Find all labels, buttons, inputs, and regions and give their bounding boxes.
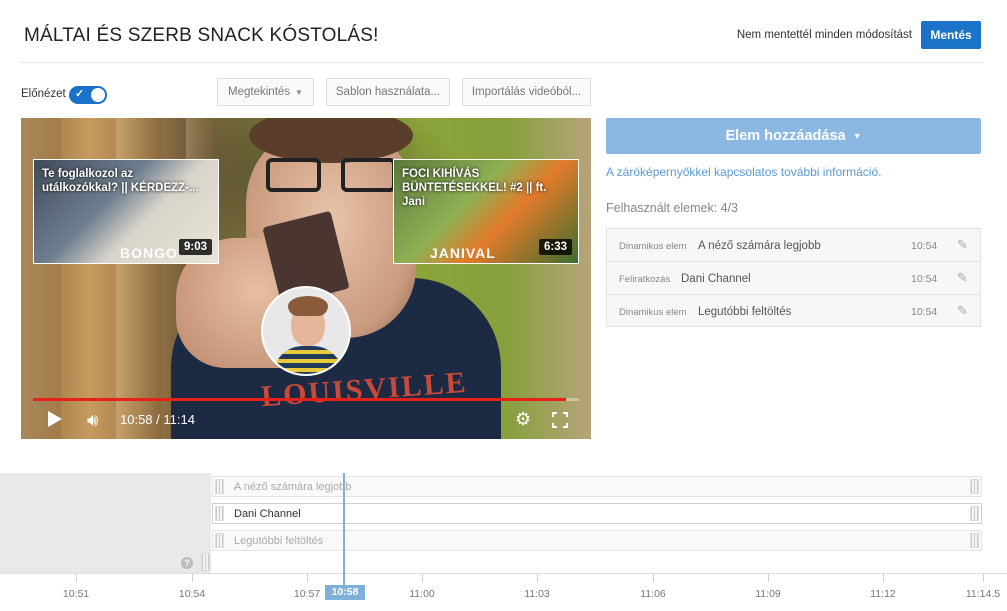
header: MÁLTAI ÉS SZERB SNACK KÓSTOLÁS! Nem ment… [0,0,1007,64]
ruler-tick-label: 11:00 [409,588,435,600]
video-card-duration: 6:33 [538,239,572,255]
ruler-tick [307,574,308,582]
video-card-title: Te foglalkozol az utálkozókkal? || KÉRDE… [42,168,199,194]
ruler-tick [768,574,769,582]
view-dropdown-label: Megtekintés [228,86,291,98]
play-icon[interactable] [48,411,62,427]
timeline-gutter [0,473,211,573]
use-template-label: Sablon használata... [335,86,441,98]
ruler-tick [653,574,654,582]
use-template-button[interactable]: Sablon használata... [326,78,450,106]
caret-down-icon: ▼ [295,87,303,97]
timeline-track[interactable]: A néző számára legjobb [212,476,982,497]
end-screen-info-link[interactable]: A záróképernyőkkel kapcsolatos további i… [606,165,881,179]
preview-toggle[interactable]: ✓ [69,86,107,104]
progress-fill [33,398,566,401]
settings-gear-icon[interactable]: ⚙ [515,409,531,430]
drag-handle[interactable] [970,506,979,521]
element-time: 10:54 [911,240,938,252]
view-dropdown[interactable]: Megtekintés ▼ [217,78,314,106]
element-name: Dani Channel [681,273,751,285]
fullscreen-icon[interactable] [552,412,568,428]
check-icon: ✓ [75,88,85,100]
preview-label: Előnézet [21,88,66,100]
list-item[interactable]: Feliratkozás Dani Channel 10:54 ✎ [607,262,980,295]
ruler-tick [422,574,423,582]
avatar-body [273,346,343,374]
ruler-tick-label: 11:09 [755,588,781,600]
drag-handle[interactable] [215,506,224,521]
timeline-track[interactable]: Legutóbbi feltöltés [212,530,982,551]
timeline-ruler[interactable]: 10:51 10:54 10:57 11:00 11:03 11:06 11:09 11:12… [0,573,1007,611]
drag-handle[interactable] [215,479,224,494]
ruler-tick [192,574,193,582]
drag-handle[interactable] [970,479,979,494]
element-name: A néző számára legjobb [698,240,821,252]
element-time: 10:54 [911,306,938,318]
ruler-tick-label: 10:54 [178,588,206,600]
drag-handle[interactable] [970,533,979,548]
list-item[interactable]: Dinamikus elem A néző számára legjobb 10… [607,229,980,262]
element-time: 10:54 [911,273,938,285]
glasses-image [266,158,401,194]
ruler-tick-label: 10:51 [62,588,90,600]
end-screen-video-card[interactable]: Te foglalkozol az utálkozókkal? || KÉRDE… [33,159,219,264]
video-card-brand: JANIVAL [430,245,496,261]
subscribe-element[interactable] [261,286,351,376]
import-from-video-label: Importálás videóból... [471,86,582,98]
element-type: Dinamikus elem [619,241,687,252]
element-name: Legutóbbi feltöltés [698,306,792,318]
used-elements-count: Felhasznált elemek: 4/3 [606,201,739,215]
toggle-knob [91,88,105,102]
import-from-video-button[interactable]: Importálás videóból... [462,78,591,106]
volume-icon[interactable]: 🔊︎ [87,410,98,431]
unsaved-changes-text: Nem mentettél minden módosítást [736,29,912,41]
header-divider [20,62,984,63]
save-button[interactable]: Mentés [921,21,981,49]
ruler-tick [983,574,984,582]
avatar-hair [288,296,328,316]
help-icon[interactable]: ? [181,557,193,569]
time-display: 10:58 / 11:14 [120,412,195,427]
ruler-tick-label: 10:57 [293,588,321,600]
ruler-tick-label: 11:03 [524,588,550,600]
timeline-track[interactable]: Dani Channel [212,503,982,524]
video-preview[interactable]: LOUISVILLE Te foglalkozol az utálkozókka… [21,118,591,439]
timeline-track-label: Dani Channel [234,508,301,520]
add-element-label: Elem hozzáadása [725,128,846,144]
player-controls: 🔊︎ 10:58 / 11:14 ⚙ [21,403,591,439]
edit-pencil-icon[interactable]: ✎ [957,237,968,253]
playhead[interactable] [343,473,345,585]
drag-handle[interactable] [215,533,224,548]
ruler-tick-label: 11:06 [640,588,666,600]
video-card-duration: 9:03 [178,239,212,255]
ruler-tick [883,574,884,582]
video-card-title: FOCI KIHÍVÁS BÜNTETÉSEKKEL! #2 || ft. Ja… [402,168,547,208]
add-element-button[interactable]: Elem hozzáadása ▼ [606,118,981,154]
ruler-tick [537,574,538,582]
end-screen-editor: MÁLTAI ÉS SZERB SNACK KÓSTOLÁS! Nem ment… [0,0,1007,611]
element-type: Dinamikus elem [619,307,687,318]
timeline-track-label: A néző számára legjobb [234,481,352,493]
timeline-track-label: Legutóbbi feltöltés [234,535,324,547]
elements-list: Dinamikus elem A néző számára legjobb 10… [606,228,981,327]
list-item[interactable]: Dinamikus elem Legutóbbi feltöltés 10:54… [607,295,980,328]
video-card-brand: BONGO [120,245,178,261]
caret-down-icon: ▼ [852,131,862,141]
edit-pencil-icon[interactable]: ✎ [957,270,968,286]
drag-handle[interactable] [201,553,210,571]
page-title: MÁLTAI ÉS SZERB SNACK KÓSTOLÁS! [24,25,379,46]
end-screen-video-card[interactable]: FOCI KIHÍVÁS BÜNTETÉSEKKEL! #2 || ft. Ja… [393,159,579,264]
playhead-time: 10:58 [325,585,365,600]
element-type: Feliratkozás [619,274,671,285]
ruler-tick [76,574,77,582]
edit-pencil-icon[interactable]: ✎ [957,303,968,319]
ruler-tick-label: 11:14.5 [965,588,1001,600]
ruler-tick-label: 11:12 [870,588,896,600]
progress-bar[interactable] [33,398,579,401]
